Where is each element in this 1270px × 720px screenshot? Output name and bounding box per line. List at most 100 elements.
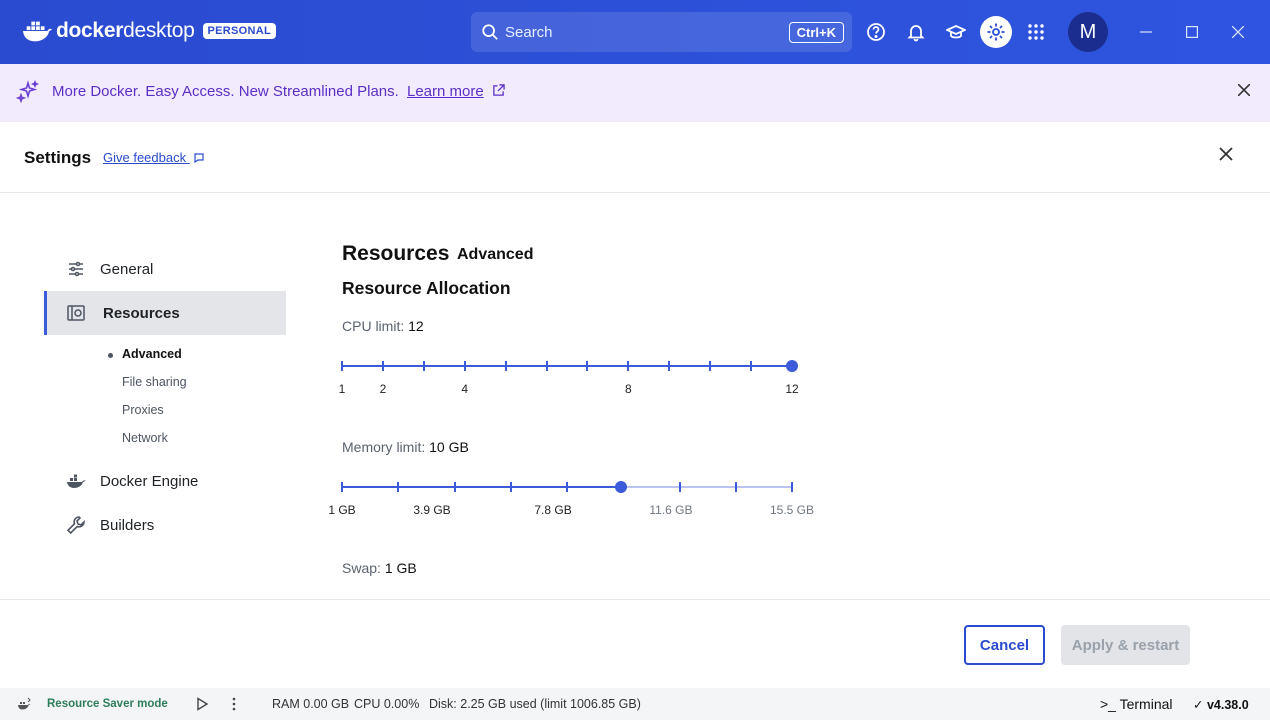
minimize-button[interactable]: [1136, 22, 1156, 42]
search-placeholder: Search: [505, 23, 553, 41]
subnav-network[interactable]: Network: [122, 431, 168, 445]
resource-saver-label[interactable]: Resource Saver mode: [47, 698, 168, 710]
slider-tick: [678, 482, 681, 492]
promo-banner: More Docker. Easy Access. New Streamline…: [0, 64, 1270, 122]
slider-thumb[interactable]: [615, 481, 628, 493]
cpu-limit-value: 12: [408, 318, 424, 334]
cpu-limit-text: CPU limit:: [342, 318, 405, 334]
close-window-button[interactable]: [1228, 22, 1248, 42]
more-options-icon[interactable]: [226, 696, 242, 712]
slider-tick-label: 12: [785, 382, 799, 396]
help-icon: [867, 23, 885, 41]
docker-engine-icon: [67, 474, 86, 488]
slider-tick-label: 1: [338, 382, 346, 396]
wrench-icon: [66, 516, 85, 535]
sidebar-item-resources[interactable]: Resources: [44, 291, 286, 335]
sliders-icon: [69, 261, 83, 277]
maximize-icon: [1186, 26, 1198, 38]
settings-button[interactable]: [980, 16, 1012, 48]
slider-tick: [341, 482, 343, 492]
sidebar-item-label: Builders: [100, 516, 155, 534]
memory-limit-label: Memory limit: 10 GB: [342, 439, 469, 455]
bell-icon: [907, 25, 925, 42]
sidebar-item-label: Docker Engine: [100, 472, 199, 490]
gear-icon: [987, 23, 1005, 41]
terminal-prompt-icon: >_: [1100, 696, 1116, 712]
slider-tick-label: 4: [461, 382, 469, 396]
search-shortcut: Ctrl+K: [788, 21, 844, 43]
external-link-icon: [493, 84, 505, 96]
slider-tick: [750, 361, 753, 371]
brand-name: dockerdesktop: [56, 19, 195, 42]
learning-center-button[interactable]: [940, 16, 972, 48]
checkmark-icon: ✓: [1193, 698, 1204, 712]
slider-tick: [509, 482, 512, 492]
page-title: Settings: [24, 148, 92, 167]
sidebar-item-builders[interactable]: Builders: [44, 503, 286, 547]
apps-button[interactable]: [1020, 16, 1052, 48]
swap-value: 1 GB: [384, 560, 417, 576]
learn-more-link[interactable]: Learn more: [407, 83, 484, 100]
sparkle-icon: [16, 80, 40, 104]
slider-tick: [453, 482, 456, 492]
slider-tick-label: 7.8 GB: [534, 503, 572, 517]
help-button[interactable]: [860, 16, 892, 48]
notifications-button[interactable]: [900, 16, 932, 48]
banner-message: More Docker. Easy Access. New Streamline…: [52, 83, 399, 100]
maximize-button[interactable]: [1182, 22, 1202, 42]
slider-tick: [422, 361, 425, 371]
subnav-advanced[interactable]: Advanced: [122, 347, 182, 361]
terminal-button[interactable]: >_ Terminal: [1100, 696, 1173, 712]
slider-tick-label: 1 GB: [328, 503, 356, 517]
slider-tick-label: 2: [379, 382, 387, 396]
slider-tick: [734, 482, 737, 492]
cancel-button[interactable]: Cancel: [964, 625, 1045, 665]
banner-close-icon[interactable]: [1238, 84, 1250, 96]
docker-desktop-logo: dockerdesktop PERSONAL: [22, 18, 277, 44]
slider-filled-track: [342, 486, 622, 488]
sidebar-item-general[interactable]: General: [44, 247, 286, 291]
slider-tick: [397, 482, 400, 492]
slider-tick: [504, 361, 507, 371]
play-icon[interactable]: [194, 696, 210, 712]
apply-restart-button[interactable]: Apply & restart: [1061, 625, 1190, 665]
slider-tick: [586, 361, 589, 371]
swap-label: Swap: 1 GB: [342, 560, 417, 576]
slider-tick: [463, 361, 466, 371]
search-bar[interactable]: Search Ctrl+K: [471, 12, 852, 52]
settings-header: Settings Give feedback: [0, 123, 1270, 193]
swap-text: Swap:: [342, 560, 381, 576]
slider-tick-label: 11.6 GB: [649, 503, 693, 517]
slider-tick: [566, 482, 568, 492]
sidebar-item-label: Resources: [103, 304, 180, 322]
slider-tick: [627, 361, 630, 371]
grid-icon: [1028, 24, 1044, 40]
avatar[interactable]: M: [1068, 12, 1108, 52]
plan-badge: PERSONAL: [202, 23, 277, 39]
version-label: ✓ v4.38.0: [1193, 697, 1249, 712]
advanced-heading: Advanced: [457, 246, 534, 263]
cpu-limit-slider[interactable]: [341, 356, 798, 376]
sidebar-item-docker-engine[interactable]: Docker Engine: [44, 459, 286, 503]
ram-usage: RAM 0.00 GB: [272, 697, 350, 711]
slider-tick: [381, 361, 384, 371]
memory-limit-value: 10 GB: [429, 439, 469, 455]
give-feedback-link[interactable]: Give feedback: [103, 150, 205, 165]
slider-thumb[interactable]: [786, 360, 798, 372]
cpu-limit-label: CPU limit: 12: [342, 318, 424, 334]
banner-text: More Docker. Easy Access. New Streamline…: [52, 83, 505, 100]
slider-remaining-track: [621, 486, 792, 488]
cpu-usage: CPU 0.00%: [354, 697, 420, 711]
version-text: v4.38.0: [1206, 698, 1249, 712]
terminal-label: Terminal: [1119, 696, 1173, 712]
resource-saver-icon: [18, 697, 31, 710]
slider-tick-label: 3.9 GB: [413, 503, 451, 517]
settings-close-icon[interactable]: [1216, 144, 1236, 164]
slider-tick: [341, 361, 343, 371]
section-heading: Resources: [342, 242, 450, 265]
memory-limit-slider[interactable]: [341, 477, 793, 497]
sidebar-item-label: General: [100, 260, 154, 278]
slider-tick: [668, 361, 671, 371]
subnav-file-sharing[interactable]: File sharing: [122, 375, 187, 389]
subnav-proxies[interactable]: Proxies: [122, 403, 164, 417]
